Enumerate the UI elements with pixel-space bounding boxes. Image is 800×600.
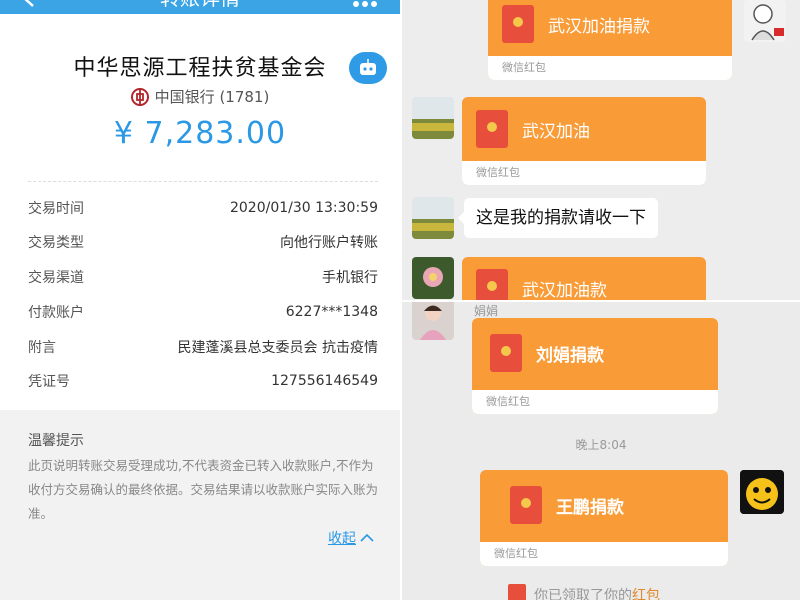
red-packet-message[interactable]: 武汉加油款 bbox=[462, 257, 706, 300]
avatar[interactable] bbox=[740, 470, 784, 514]
detail-label: 凭证号 bbox=[28, 374, 70, 390]
detail-value: 手机银行 bbox=[322, 270, 378, 286]
tips-text: 此页说明转账交易受理成功,不代表资金已转入收款账户,不作为收付方交易确认的最终依… bbox=[28, 458, 379, 521]
red-packet-footer: 微信红包 bbox=[488, 56, 732, 80]
red-packet-message[interactable]: 刘娟捐款 微信红包 bbox=[472, 318, 718, 414]
detail-row-account: 付款账户 6227***1348 bbox=[28, 302, 378, 322]
bank-name: 中国银行 (1781) bbox=[154, 88, 270, 106]
collapse-label: 收起 bbox=[328, 531, 356, 547]
red-packet-icon bbox=[490, 334, 522, 372]
avatar[interactable] bbox=[744, 0, 786, 42]
avatar[interactable] bbox=[412, 302, 454, 340]
detail-row-type: 交易类型 向他行账户转账 bbox=[28, 232, 378, 252]
nav-title: 转账详情 bbox=[0, 0, 400, 10]
detail-label: 交易类型 bbox=[28, 235, 84, 251]
red-packet-message[interactable]: 王鹏捐款 微信红包 bbox=[480, 470, 728, 566]
red-packet-footer: 微信红包 bbox=[472, 390, 718, 414]
detail-value: 2020/01/30 13:30:59 bbox=[229, 200, 378, 216]
collapse-button[interactable]: 收起 bbox=[328, 528, 374, 548]
message-timestamp: 晚上8:04 bbox=[575, 438, 627, 452]
detail-value: 6227***1348 bbox=[285, 304, 378, 320]
avatar[interactable] bbox=[412, 97, 454, 139]
red-packet-message[interactable]: 武汉加油捐款 微信红包 bbox=[488, 0, 732, 80]
red-packet-footer: 微信红包 bbox=[480, 542, 728, 566]
detail-row-time: 交易时间 2020/01/30 13:30:59 bbox=[28, 198, 378, 218]
detail-value: 民建蓬溪县总支委员会 抗击疫情 bbox=[177, 340, 378, 356]
cartoon-person-avatar-icon bbox=[744, 0, 786, 42]
flower-avatar-icon bbox=[412, 257, 454, 299]
red-packet-small-icon bbox=[508, 584, 526, 600]
red-packet-icon bbox=[510, 486, 542, 524]
red-packet-title: 刘娟捐款 bbox=[536, 345, 604, 366]
yellow-cartoon-avatar-icon bbox=[740, 470, 784, 514]
payer-bank-row: 中国银行 (1781) bbox=[0, 86, 400, 107]
detail-row-channel: 交易渠道 手机银行 bbox=[28, 267, 378, 287]
tips-box: 温馨提示 此页说明转账交易受理成功,不代表资金已转入收款账户,不作为收付方交易确… bbox=[0, 410, 400, 600]
landscape-avatar-icon bbox=[412, 197, 454, 239]
notice-link[interactable]: 红包 bbox=[632, 588, 660, 600]
detail-label: 付款账户 bbox=[28, 305, 84, 321]
chat-screenshots: 武汉加油捐款 微信红包 武汉加油 微信红包 这是我的捐款请收一下 武汉加油款 娟… bbox=[402, 0, 800, 600]
avatar[interactable] bbox=[412, 257, 454, 299]
avatar[interactable] bbox=[412, 197, 454, 239]
red-packet-title: 武汉加油 bbox=[522, 121, 590, 142]
bank-of-china-logo-icon bbox=[130, 87, 149, 106]
chat-screen-top: 武汉加油捐款 微信红包 武汉加油 微信红包 这是我的捐款请收一下 武汉加油款 bbox=[402, 0, 800, 300]
detail-value: 向他行账户转账 bbox=[280, 235, 378, 251]
landscape-avatar-icon bbox=[412, 97, 454, 139]
detail-label: 交易时间 bbox=[28, 201, 84, 217]
transfer-detail-screen: 转账详情 中华思源工程扶贫基金会 中国银行 (1781) ¥ 7,283.00 … bbox=[0, 0, 400, 600]
payee-name: 中华思源工程扶贫基金会 bbox=[73, 56, 327, 81]
text-message[interactable]: 这是我的捐款请收一下 bbox=[458, 198, 658, 238]
chevron-up-icon bbox=[360, 533, 374, 542]
tips-title: 温馨提示 bbox=[28, 433, 84, 449]
notice-prefix: 你已领取了你的 bbox=[534, 588, 632, 600]
more-icon[interactable] bbox=[352, 0, 378, 8]
child-avatar-icon bbox=[412, 302, 454, 340]
detail-label: 附言 bbox=[28, 340, 56, 356]
assistant-robot-button[interactable] bbox=[349, 52, 387, 84]
detail-row-remark: 附言 民建蓬溪县总支委员会 抗击疫情 bbox=[28, 337, 378, 357]
chat-screen-bottom: 娟娟 刘娟捐款 微信红包 晚上8:04 王鹏捐款 微信红包 你已领取了你的红包 bbox=[402, 300, 800, 600]
robot-icon bbox=[360, 59, 376, 75]
red-packet-title: 武汉加油款 bbox=[522, 280, 607, 301]
red-packet-footer: 微信红包 bbox=[462, 161, 706, 185]
nav-bar: 转账详情 bbox=[0, 0, 400, 14]
detail-value: 127556146549 bbox=[271, 373, 378, 389]
detail-row-voucher: 凭证号 127556146549 bbox=[28, 371, 378, 391]
transfer-amount: ¥ 7,283.00 bbox=[113, 116, 287, 151]
divider bbox=[28, 181, 378, 182]
red-packet-icon bbox=[502, 5, 534, 43]
notice-text: 你已领取了你的红包 bbox=[534, 585, 660, 600]
detail-label: 交易渠道 bbox=[28, 270, 84, 286]
red-packet-title: 武汉加油捐款 bbox=[548, 16, 650, 37]
red-packet-title: 王鹏捐款 bbox=[556, 497, 624, 518]
red-packet-received-notice: 你已领取了你的红包 bbox=[508, 584, 660, 600]
sender-name: 娟娟 bbox=[474, 304, 499, 318]
red-packet-icon bbox=[476, 110, 508, 148]
red-packet-icon bbox=[476, 269, 508, 300]
red-packet-message[interactable]: 武汉加油 微信红包 bbox=[462, 97, 706, 185]
